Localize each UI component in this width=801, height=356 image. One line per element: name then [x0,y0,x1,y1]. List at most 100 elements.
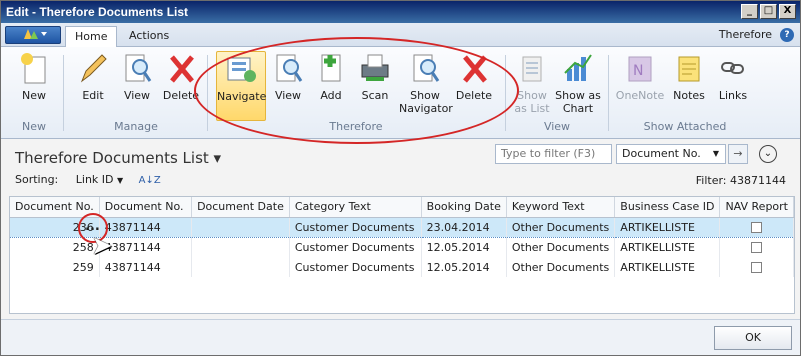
sorting-label: Sorting: [15,173,59,186]
cell-document-no-2: 43871144 [99,257,193,277]
nav-report-checkbox[interactable] [751,262,763,273]
cell-document-date [191,257,290,277]
group-separator [63,55,64,131]
column-header[interactable]: Keyword Text [506,197,616,218]
column-header[interactable]: Category Text [289,197,422,218]
cell-keyword: Other Documents [506,237,616,257]
app-menu-button[interactable] [5,26,61,44]
links-button[interactable]: Links [713,51,753,102]
chain-link-icon [716,51,750,85]
group-new-label: New [22,120,46,133]
cell-business-case: ARTIKELLISTE [614,257,721,277]
close-button[interactable]: X [779,4,796,19]
chart-icon [561,51,595,85]
highlight-ellipse [194,37,519,144]
notes-button[interactable]: Notes [669,51,709,102]
sorting-value: Link ID [75,173,114,186]
cell-keyword: Other Documents [506,216,616,238]
tab-actions[interactable]: Actions [120,26,178,48]
cell-nav-report [719,257,794,277]
show-as-list-label-line2: as List [514,102,550,115]
application-window: Edit - Therefore Documents List _ □ X Ho… [0,0,801,356]
show-as-chart-button[interactable]: Show as Chart [555,51,601,115]
notes-icon [672,51,706,85]
links-label: Links [718,89,748,102]
cell-nav-report [719,216,794,238]
sort-direction-icon[interactable]: A↓Z [139,175,161,186]
documents-grid: Document No. Document No. Document Date … [9,196,795,314]
group-separator [608,55,609,131]
cell-category: Customer Documents [289,216,422,238]
cell-business-case: ARTIKELLISTE [614,237,721,257]
maximize-button[interactable]: □ [760,4,777,19]
list-icon [515,51,549,85]
mouse-pointer-icon: ➤ [91,231,113,261]
tab-home[interactable]: Home [65,26,118,48]
cell-category: Customer Documents [289,257,422,277]
filter-info: Filter: 43871144 [695,174,786,187]
cell-document-date [191,237,290,257]
arrow-right-icon: → [733,147,743,160]
ok-button[interactable]: OK [714,326,792,350]
show-as-chart-label-line2: Chart [562,102,594,115]
magnifier-document-icon [120,51,154,85]
nav-report-checkbox[interactable] [751,242,763,254]
new-document-icon [17,51,51,85]
cell-business-case: ARTIKELLISTE [614,216,721,238]
group-show-attached-label: Show Attached [643,120,727,133]
column-header[interactable]: Document Date [191,197,290,218]
cell-text: 43871144 [104,220,161,234]
delete-x-icon [164,51,198,85]
nav-report-checkbox[interactable] [751,222,763,233]
new-button[interactable]: New [11,51,57,102]
new-label: New [22,89,46,102]
cell-booking-date: 12.05.2014 [421,257,507,277]
table-row[interactable]: 236 43871144 Customer Documents 23.04.20… [10,216,794,238]
sorting-row: Sorting: Link ID ▼ A↓Z [15,173,161,186]
pencil-icon [76,51,110,85]
window-title: Edit - Therefore Documents List [6,5,189,19]
chevron-down-icon: ▼ [117,176,124,185]
column-header[interactable]: NAV Report [719,197,794,218]
view-label: View [123,89,151,102]
table-row[interactable]: 259 43871144 Customer Documents 12.05.20… [10,257,794,277]
cell-document-date [191,216,290,238]
cell-document-no-2: 43871144 [99,237,193,257]
expand-collapse-button[interactable]: ⌄ [759,145,777,163]
notes-label: Notes [673,89,705,102]
chevron-down-icon: ⌄ [763,148,773,159]
view-button[interactable]: View [117,51,157,102]
page-title[interactable]: Therefore Documents List ▾ [15,149,221,167]
cell-nav-report [719,237,794,257]
filter-field-value: Document No. [622,147,701,160]
cell-keyword: Other Documents [506,257,616,277]
cell-booking-date: 12.05.2014 [421,237,507,257]
filter-input[interactable]: Type to filter (F3) [495,144,612,164]
grid-header-row: Document No. Document No. Document Date … [10,197,794,218]
cell-document-no-2: 43871144 [99,216,193,238]
group-manage-label: Manage [114,120,158,133]
filter-field-select[interactable]: Document No. ▼ [616,144,726,164]
apply-filter-button[interactable]: → [728,144,748,164]
minimize-button[interactable]: _ [741,4,758,19]
company-name: Therefore [718,28,772,41]
column-header[interactable]: Booking Date [421,197,507,218]
footer-bar: OK [1,319,800,355]
edit-button[interactable]: Edit [71,51,115,102]
onenote-button[interactable]: N OneNote [615,51,665,102]
group-view-label: View [543,120,571,133]
help-icon[interactable]: ? [780,28,794,42]
cell-category: Customer Documents [289,237,422,257]
cell-booking-date: 23.04.2014 [421,216,507,238]
show-as-chart-label-line1: Show as [555,89,601,102]
column-header[interactable]: Document No. [99,197,193,218]
onenote-icon: N [623,51,657,85]
title-bar: Edit - Therefore Documents List _ □ X [1,1,800,23]
column-header[interactable]: Business Case ID [614,197,721,218]
cell-document-no: 259 [10,257,100,277]
onenote-label: OneNote [615,89,665,102]
table-row[interactable]: 258 43871144 Customer Documents 12.05.20… [10,237,794,257]
sorting-select[interactable]: Link ID ▼ [76,173,123,186]
chevron-down-icon: ▼ [712,149,719,158]
edit-label: Edit [82,89,104,102]
